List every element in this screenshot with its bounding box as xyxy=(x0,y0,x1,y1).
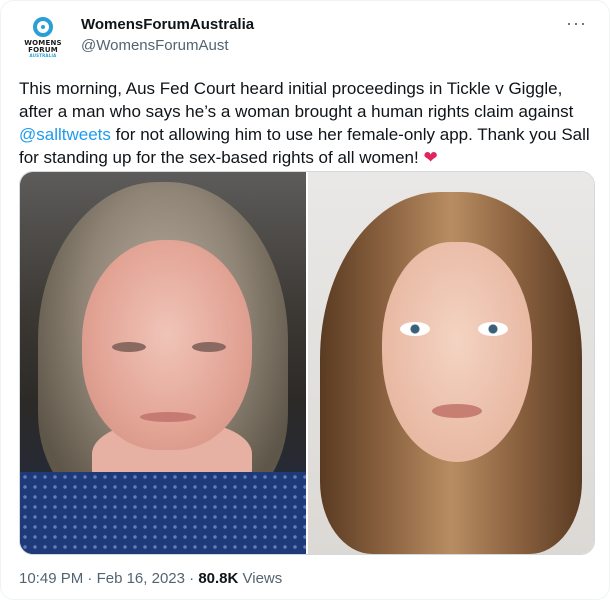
more-options-icon[interactable]: ··· xyxy=(566,13,587,34)
views-count: 80.8K xyxy=(198,570,239,587)
author-names: WomensForumAustralia @WomensForumAust xyxy=(81,15,254,57)
avatar[interactable]: WOMENS FORUM AUSTRALIA xyxy=(19,13,67,61)
womens-forum-logo-icon xyxy=(33,17,53,37)
tweet-date[interactable]: Feb 16, 2023 xyxy=(97,570,185,587)
photo-left-mouth xyxy=(140,412,196,422)
photo-left-shirt xyxy=(20,472,306,554)
heart-emoji-icon: ❤ xyxy=(423,148,438,167)
tweet-time[interactable]: 10:49 PM xyxy=(19,570,83,587)
tweet-header: WOMENS FORUM AUSTRALIA WomensForumAustra… xyxy=(19,11,591,63)
meta-separator: · xyxy=(83,570,97,587)
photo-left[interactable] xyxy=(20,172,308,554)
photo-right-eye xyxy=(400,322,430,336)
mention-link[interactable]: @salltweets xyxy=(19,125,111,144)
avatar-logo-text: WOMENS FORUM AUSTRALIA xyxy=(24,40,62,58)
photo-right-lips xyxy=(432,404,482,418)
photo-left-eye xyxy=(192,342,226,352)
media-grid[interactable] xyxy=(19,171,595,555)
photo-left-eye xyxy=(112,342,146,352)
photo-right-eye xyxy=(478,322,508,336)
photo-right[interactable] xyxy=(308,172,594,554)
tweet-text: This morning, Aus Fed Court heard initia… xyxy=(19,77,594,169)
meta-separator: · xyxy=(184,570,199,587)
tweet-meta: 10:49 PM · Feb 16, 2023 · 80.8K Views xyxy=(19,569,282,589)
avatar-logo-sub: AUSTRALIA xyxy=(29,53,57,58)
author-display-name[interactable]: WomensForumAustralia xyxy=(81,15,254,35)
tweet-card: WOMENS FORUM AUSTRALIA WomensForumAustra… xyxy=(0,0,610,600)
photo-right-face xyxy=(382,242,532,462)
tweet-text-part1: This morning, Aus Fed Court heard initia… xyxy=(19,79,574,121)
author-handle[interactable]: @WomensForumAust xyxy=(81,35,254,57)
views-label: Views xyxy=(238,570,283,587)
